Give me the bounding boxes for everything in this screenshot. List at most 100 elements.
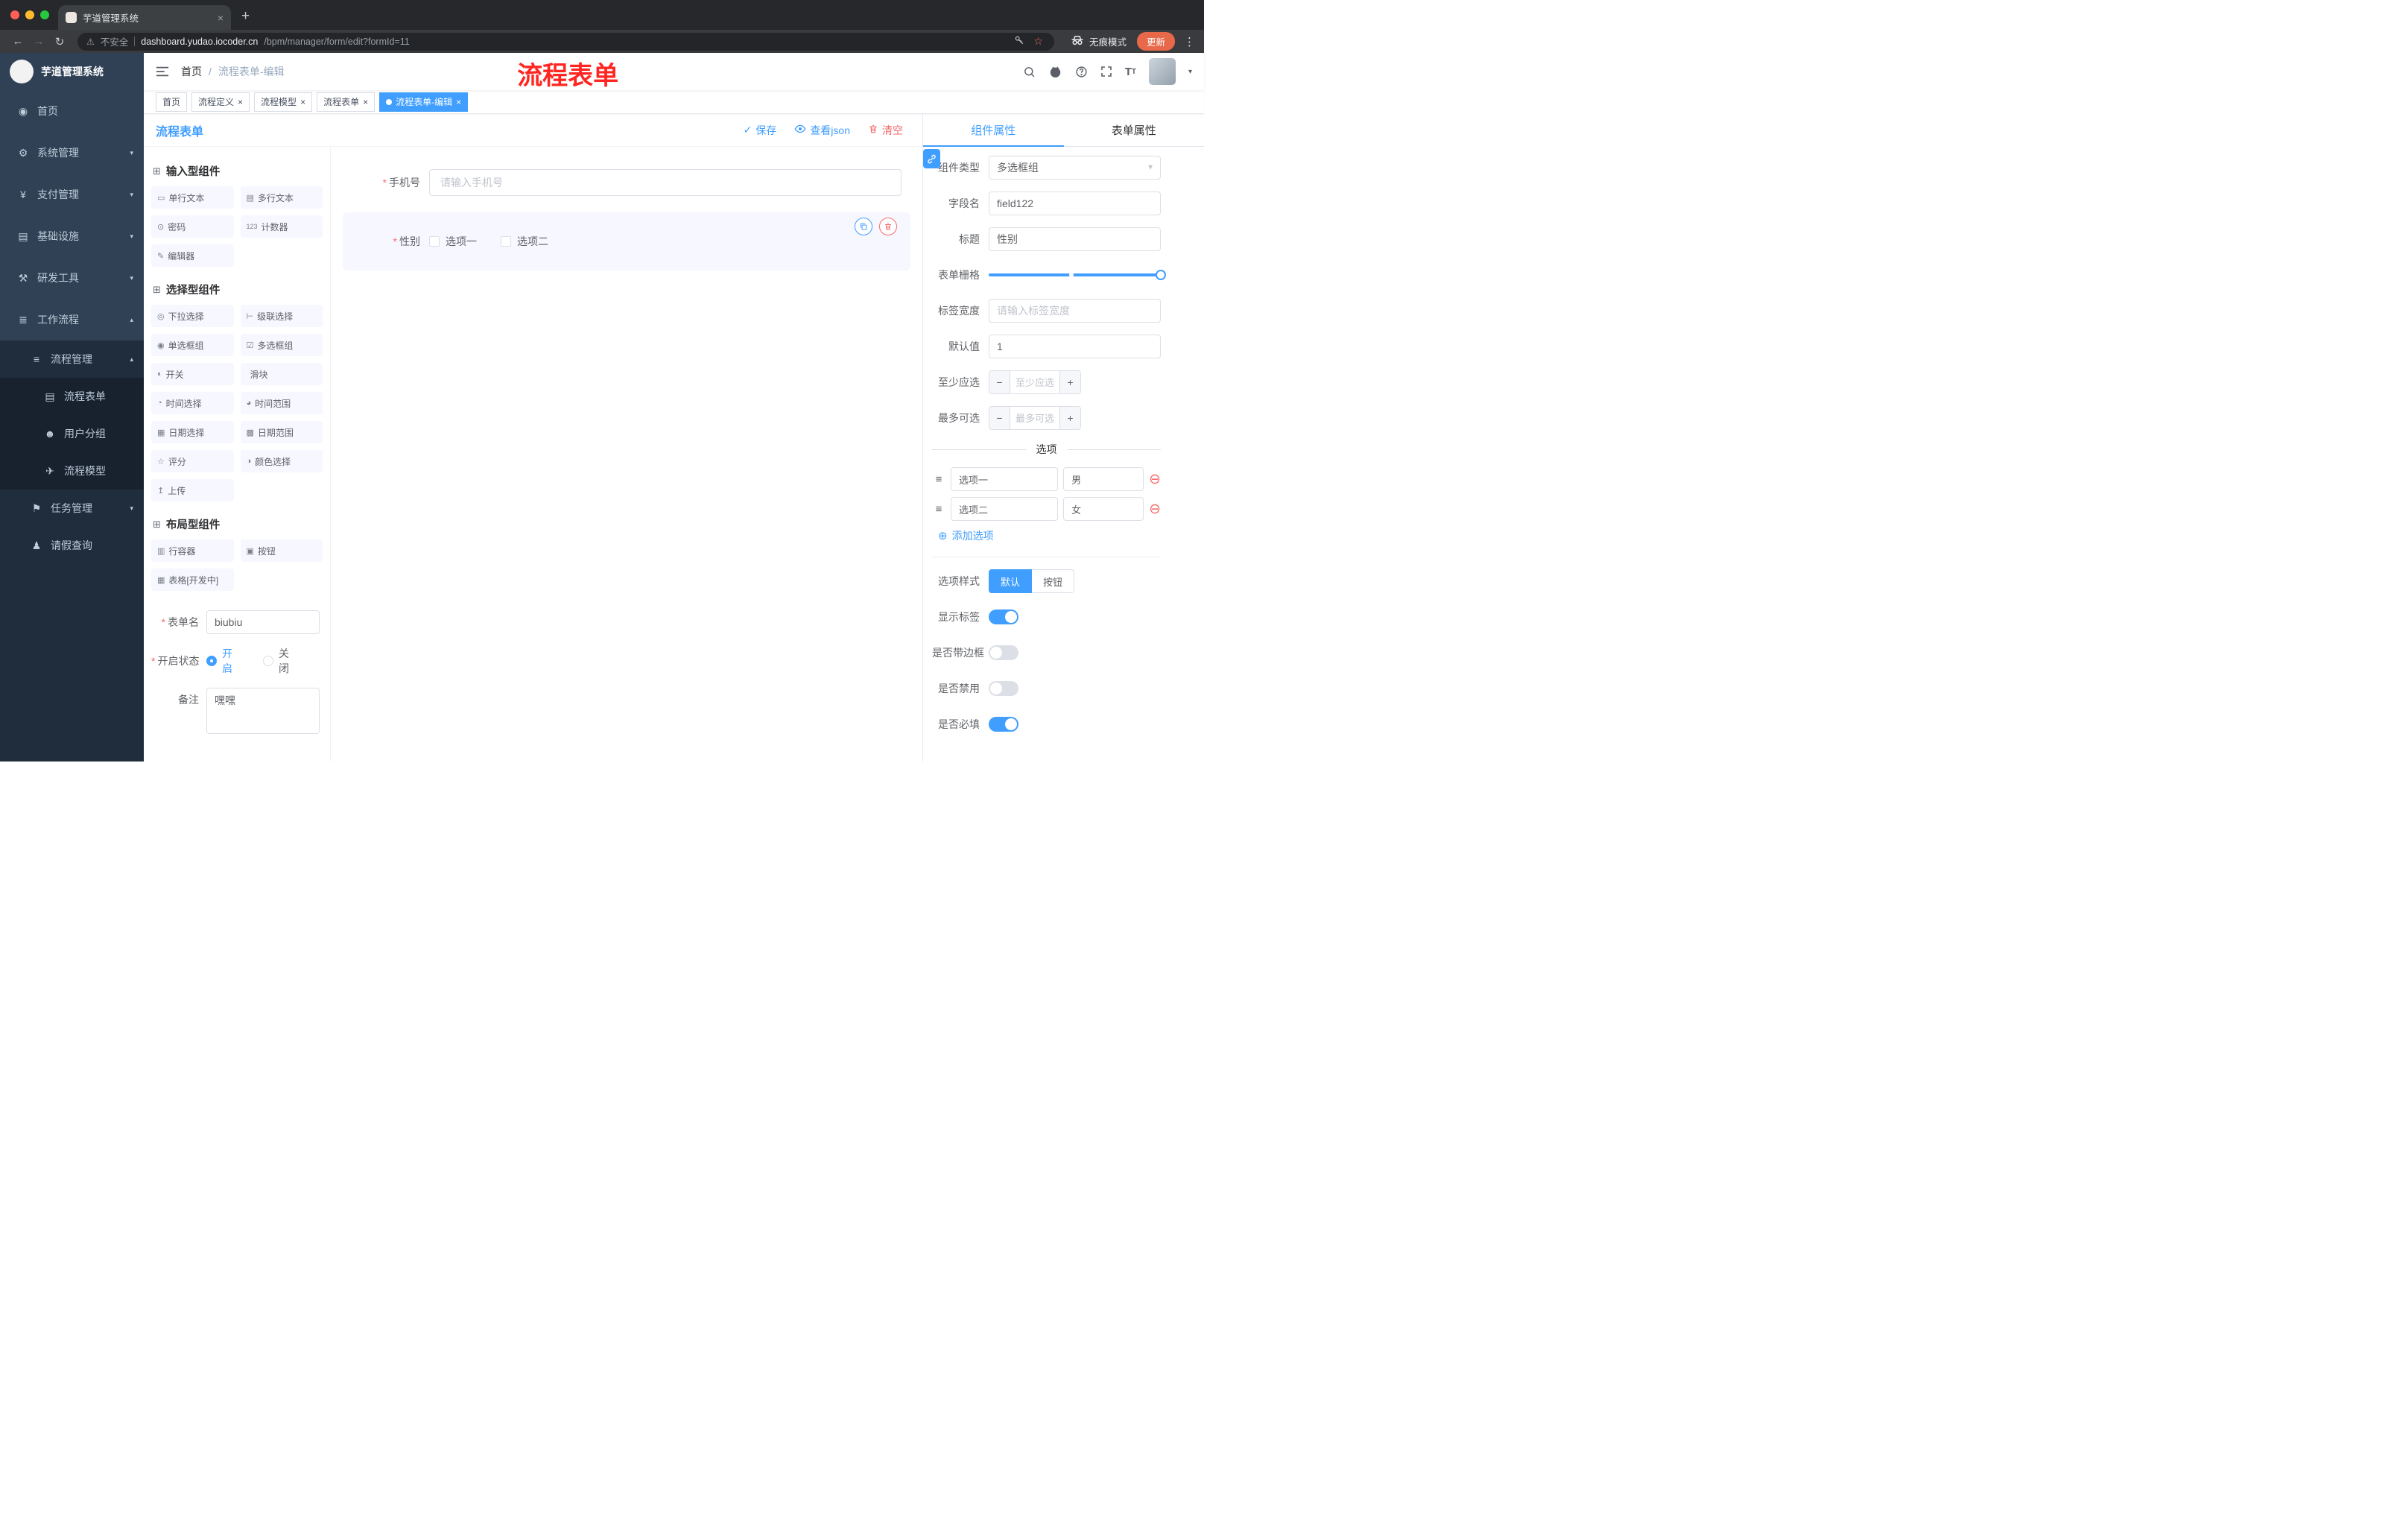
sidebar-item-system[interactable]: ⚙ 系统管理 ▾ <box>0 132 144 174</box>
bookmark-star-icon[interactable]: ☆ <box>1033 35 1043 48</box>
palette-item-select[interactable]: ◎ 下拉选择 <box>151 305 234 327</box>
option-value-input[interactable] <box>1063 467 1144 491</box>
gender-checkbox-1[interactable]: 选项一 <box>429 234 477 249</box>
copy-component-button[interactable] <box>855 218 872 235</box>
tag-process-form[interactable]: 流程表单 × <box>317 92 376 112</box>
palette-item-multi-text[interactable]: ▤ 多行文本 <box>240 186 323 209</box>
sidebar-item-user-group[interactable]: ☻ 用户分组 <box>0 415 144 452</box>
palette-item-date-picker[interactable]: ▦ 日期选择 <box>151 421 234 443</box>
tab-close-icon[interactable]: × <box>218 12 224 24</box>
sidebar-logo[interactable]: 芋道管理系统 <box>0 53 144 90</box>
close-icon[interactable]: × <box>363 97 368 107</box>
palette-item-button[interactable]: ▣ 按钮 <box>240 539 323 562</box>
github-icon[interactable] <box>1048 65 1062 79</box>
palette-item-counter[interactable]: 123 计数器 <box>240 215 323 238</box>
search-icon[interactable] <box>1023 66 1036 78</box>
minus-icon[interactable]: − <box>989 371 1010 393</box>
option-value-input[interactable] <box>1063 497 1144 521</box>
phone-input[interactable] <box>429 169 902 196</box>
palette-item-switch[interactable]: ◐ 开关 <box>151 363 234 385</box>
palette-item-date-range[interactable]: ▩ 日期范围 <box>240 421 323 443</box>
fullscreen-icon[interactable] <box>1100 66 1112 77</box>
palette-item-rate[interactable]: ☆ 评分 <box>151 450 234 472</box>
max-select-input[interactable] <box>1010 407 1059 429</box>
sidebar-item-workflow[interactable]: ≣ 工作流程 ▴ <box>0 299 144 341</box>
palette-item-password[interactable]: ⊙ 密码 <box>151 215 234 238</box>
delete-component-button[interactable] <box>879 218 897 235</box>
view-json-button[interactable]: 查看json <box>794 123 850 138</box>
form-name-input[interactable] <box>206 610 320 634</box>
update-button[interactable]: 更新 <box>1136 32 1175 51</box>
font-size-icon[interactable]: TT <box>1125 66 1136 78</box>
min-select-input[interactable] <box>1010 371 1059 393</box>
address-bar[interactable]: ⚠ 不安全 dashboard.yudao.iocoder.cn /bpm/ma… <box>77 32 1054 51</box>
field-name-input[interactable] <box>989 191 1161 215</box>
canvas-field-gender-selected[interactable]: * 性别 选项一 选项二 <box>343 212 910 270</box>
sidebar-item-leave-query[interactable]: ♟ 请假查询 <box>0 527 144 564</box>
tag-home[interactable]: 首页 <box>156 92 188 112</box>
drag-handle-icon[interactable]: ≡ <box>932 503 945 516</box>
remove-option-icon[interactable]: ⊖ <box>1149 502 1161 516</box>
browser-menu-icon[interactable]: ⋮ <box>1184 35 1195 48</box>
slider-track[interactable] <box>989 270 1166 280</box>
sidebar-item-process-model[interactable]: ✈ 流程模型 <box>0 452 144 490</box>
save-button[interactable]: ✓ 保存 <box>744 123 777 138</box>
disabled-toggle[interactable] <box>989 681 1018 696</box>
sidebar-item-infra[interactable]: ▤ 基础设施 ▾ <box>0 215 144 257</box>
external-link-tag[interactable] <box>923 149 940 168</box>
key-icon[interactable] <box>1014 35 1024 48</box>
palette-item-cascader[interactable]: ⊢ 级联选择 <box>240 305 323 327</box>
window-minimize-button[interactable] <box>25 10 34 19</box>
style-default-button[interactable]: 默认 <box>989 569 1033 593</box>
tag-process-model[interactable]: 流程模型 × <box>254 92 313 112</box>
option-name-input[interactable] <box>951 467 1059 491</box>
reload-icon[interactable]: ↻ <box>51 35 69 48</box>
palette-item-table[interactable]: ▦ 表格[开发中] <box>151 569 234 591</box>
palette-item-upload[interactable]: ↥ 上传 <box>151 479 234 501</box>
help-icon[interactable] <box>1075 66 1088 78</box>
avatar[interactable] <box>1148 58 1176 85</box>
hamburger-icon[interactable] <box>156 66 169 77</box>
new-tab-button[interactable]: + <box>241 8 250 25</box>
title-input[interactable] <box>989 227 1161 251</box>
remove-option-icon[interactable]: ⊖ <box>1149 472 1161 487</box>
label-width-input[interactable] <box>989 299 1161 323</box>
status-radio-off[interactable]: 关闭 <box>263 646 299 676</box>
tag-process-form-edit[interactable]: 流程表单-编辑 × <box>379 92 469 112</box>
add-option-button[interactable]: ⊕ 添加选项 <box>938 528 1161 543</box>
minus-icon[interactable]: − <box>989 407 1010 429</box>
sidebar-item-process-form[interactable]: ▤ 流程表单 <box>0 378 144 415</box>
breadcrumb-home[interactable]: 首页 <box>181 64 202 79</box>
tag-process-definition[interactable]: 流程定义 × <box>191 92 250 112</box>
palette-item-time-range[interactable]: ◕ 时间范围 <box>240 392 323 414</box>
gender-checkbox-2[interactable]: 选项二 <box>501 234 548 249</box>
clear-button[interactable]: 清空 <box>868 123 903 138</box>
window-close-button[interactable] <box>10 10 19 19</box>
palette-item-checkbox-group[interactable]: ☑ 多选框组 <box>240 334 323 356</box>
canvas-field-phone[interactable]: * 手机号 <box>343 162 910 203</box>
palette-item-color-picker[interactable]: ◑ 颜色选择 <box>240 450 323 472</box>
component-type-value[interactable] <box>989 156 1161 180</box>
close-icon[interactable]: × <box>300 97 305 107</box>
show-label-toggle[interactable] <box>989 609 1018 624</box>
tab-form-props[interactable]: 表单属性 <box>1064 114 1205 146</box>
sidebar-item-home[interactable]: ◉ 首页 <box>0 90 144 132</box>
palette-item-time-picker[interactable]: ◔ 时间选择 <box>151 392 234 414</box>
option-name-input[interactable] <box>951 497 1059 521</box>
plus-icon[interactable]: + <box>1059 407 1080 429</box>
palette-item-single-text[interactable]: ▭ 单行文本 <box>151 186 234 209</box>
back-icon[interactable]: ← <box>9 35 27 48</box>
sidebar-item-payment[interactable]: ¥ 支付管理 ▾ <box>0 174 144 215</box>
remark-textarea[interactable]: 嘿嘿 <box>206 688 320 734</box>
drag-handle-icon[interactable]: ≡ <box>932 473 945 486</box>
sidebar-item-process-manage[interactable]: ≡ 流程管理 ▴ <box>0 341 144 378</box>
palette-item-row-container[interactable]: ▥ 行容器 <box>151 539 234 562</box>
style-button-button[interactable]: 按钮 <box>1032 569 1075 593</box>
palette-item-radio-group[interactable]: ◉ 单选框组 <box>151 334 234 356</box>
component-type-select[interactable]: ▼ <box>989 156 1161 180</box>
avatar-caret-icon[interactable]: ▾ <box>1188 68 1192 76</box>
default-value-input[interactable] <box>989 335 1161 358</box>
browser-tab[interactable]: 芋道管理系统 × <box>58 5 231 30</box>
sidebar-item-devtools[interactable]: ⚒ 研发工具 ▾ <box>0 257 144 299</box>
window-zoom-button[interactable] <box>40 10 49 19</box>
